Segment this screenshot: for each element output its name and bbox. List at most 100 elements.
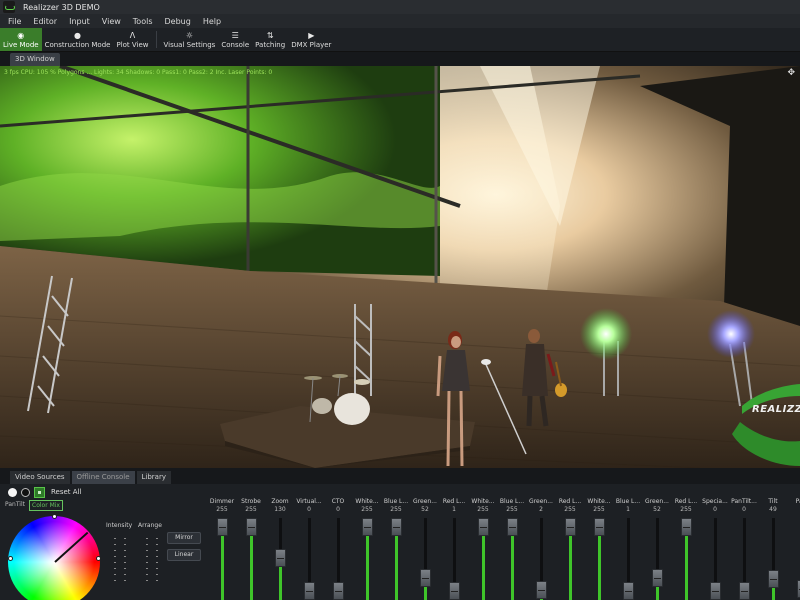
fader-channel: Pa...7 bbox=[788, 498, 800, 600]
live-mode-button[interactable]: ◉ Live Mode bbox=[0, 28, 42, 51]
fader-value: 52 bbox=[653, 506, 661, 513]
color-wheel-panel bbox=[4, 510, 104, 600]
fader-track[interactable] bbox=[424, 518, 427, 600]
construction-mode-label: Construction Mode bbox=[44, 40, 111, 49]
tab-offline-console[interactable]: Offline Console bbox=[71, 471, 135, 484]
menu-editor[interactable]: Editor bbox=[33, 17, 57, 26]
fader-name: Green... bbox=[645, 498, 669, 505]
tab-library[interactable]: Library bbox=[136, 471, 171, 484]
select-icon[interactable] bbox=[34, 486, 45, 498]
color-wheel-handle[interactable] bbox=[52, 514, 57, 519]
fader-value: 130 bbox=[274, 506, 286, 513]
fader-handle[interactable] bbox=[536, 581, 547, 600]
menu-bar: File Editor Input View Tools Debug Help bbox=[0, 14, 800, 28]
fader-channel: Green... 52 bbox=[643, 498, 671, 600]
fader-handle[interactable] bbox=[681, 518, 692, 536]
intensity-label: Intensity bbox=[106, 522, 133, 529]
fader-name: White... bbox=[587, 498, 611, 505]
offline-console-panel: Reset All PanTilt Color Mix Intensity Ar… bbox=[0, 484, 800, 600]
fader-channel: White... 255 bbox=[469, 498, 497, 600]
fader-name: Strobe bbox=[241, 498, 261, 505]
color-wheel-handle[interactable] bbox=[96, 556, 101, 561]
color-wheel[interactable] bbox=[8, 516, 100, 600]
fader-name: Green... bbox=[529, 498, 553, 505]
fader-handle[interactable] bbox=[391, 518, 402, 536]
mirror-button[interactable]: Mirror bbox=[167, 532, 201, 544]
fader-handle[interactable] bbox=[275, 549, 286, 568]
fader-name: Blue L... bbox=[383, 498, 409, 505]
fader-handle[interactable] bbox=[449, 581, 460, 600]
intensity-scale bbox=[124, 538, 126, 586]
fader-name: Blue L... bbox=[499, 498, 525, 505]
3d-viewport[interactable]: 3 fps CPU: 105 % Polygons ... Lights: 34… bbox=[0, 66, 800, 468]
fader-value: 255 bbox=[361, 506, 373, 513]
fader-handle[interactable] bbox=[710, 582, 721, 600]
fader-handle[interactable] bbox=[652, 568, 663, 587]
color-wheel-handle[interactable] bbox=[8, 556, 13, 561]
fader-name: Green... bbox=[413, 498, 437, 505]
fader-handle[interactable] bbox=[246, 518, 257, 536]
compass-icon: Λ bbox=[129, 30, 136, 40]
arrange-scale bbox=[156, 538, 158, 586]
fader-name: CTO bbox=[331, 498, 345, 505]
menu-input[interactable]: Input bbox=[69, 17, 90, 26]
dmx-player-button[interactable]: ▶ DMX Player bbox=[288, 28, 334, 51]
fader-track[interactable] bbox=[772, 518, 775, 600]
fader-handle[interactable] bbox=[565, 518, 576, 536]
fader-value: 0 bbox=[336, 506, 340, 513]
fader-value: 1 bbox=[452, 506, 456, 513]
fader-handle[interactable] bbox=[507, 518, 518, 536]
fader-name: Blue L... bbox=[615, 498, 641, 505]
fader-value: 52 bbox=[421, 506, 429, 513]
fader-name: Pa... bbox=[795, 498, 800, 505]
fader-name: Virtual... bbox=[296, 498, 322, 505]
linear-button[interactable]: Linear bbox=[167, 549, 201, 561]
fader-name: White... bbox=[471, 498, 495, 505]
fader-handle[interactable] bbox=[623, 581, 634, 600]
tab-3d-window[interactable]: 3D Window bbox=[10, 53, 60, 66]
app-logo-icon bbox=[3, 1, 15, 13]
black-circle-icon[interactable] bbox=[21, 487, 30, 497]
menu-tools[interactable]: Tools bbox=[133, 17, 153, 26]
fader-channel: Red L... 255 bbox=[556, 498, 584, 600]
visual-settings-button[interactable]: ☼ Visual Settings bbox=[161, 28, 219, 51]
fader-handle[interactable] bbox=[768, 569, 779, 588]
fader-value: 255 bbox=[506, 506, 518, 513]
fader-handle[interactable] bbox=[333, 582, 344, 600]
plot-view-button[interactable]: Λ Plot View bbox=[113, 28, 151, 51]
fader-name: Dimmer bbox=[209, 498, 235, 505]
fader-handle[interactable] bbox=[420, 568, 431, 587]
tab-video-sources[interactable]: Video Sources bbox=[10, 471, 70, 484]
console-toolbar: Reset All bbox=[8, 486, 81, 498]
fader-channel: White... 255 bbox=[353, 498, 381, 600]
fader-channel: Blue L... 1 bbox=[614, 498, 642, 600]
menu-debug[interactable]: Debug bbox=[165, 17, 191, 26]
fader-handle[interactable] bbox=[739, 582, 750, 600]
fader-handle[interactable] bbox=[478, 518, 489, 536]
console-button[interactable]: ☰ Console bbox=[218, 28, 252, 51]
menu-help[interactable]: Help bbox=[203, 17, 221, 26]
maximize-icon[interactable]: ✥ bbox=[787, 68, 795, 78]
arrange-scale bbox=[146, 538, 148, 586]
stage-scene bbox=[0, 66, 800, 468]
fader-value: 255 bbox=[564, 506, 576, 513]
patching-button[interactable]: ⇅ Patching bbox=[252, 28, 288, 51]
fader-value: 255 bbox=[680, 506, 692, 513]
fader-channel: Red L... 1 bbox=[440, 498, 468, 600]
fader-track[interactable] bbox=[656, 518, 659, 600]
fader-value: 255 bbox=[245, 506, 257, 513]
construction-mode-button[interactable]: ● Construction Mode bbox=[42, 28, 114, 51]
fader-handle[interactable] bbox=[362, 518, 373, 536]
fader-handle[interactable] bbox=[594, 518, 605, 536]
menu-view[interactable]: View bbox=[102, 17, 121, 26]
fader-name: Tilt bbox=[768, 498, 778, 505]
fader-handle[interactable] bbox=[304, 582, 315, 600]
menu-file[interactable]: File bbox=[8, 17, 21, 26]
fader-name: Specia... bbox=[702, 498, 728, 505]
patch-icon: ⇅ bbox=[266, 30, 274, 40]
white-circle-icon[interactable] bbox=[8, 487, 17, 497]
reset-all-button[interactable]: Reset All bbox=[51, 488, 81, 496]
fader-value: 0 bbox=[742, 506, 746, 513]
window-title: Realizzer 3D DEMO bbox=[23, 2, 100, 12]
fader-handle[interactable] bbox=[217, 518, 228, 536]
